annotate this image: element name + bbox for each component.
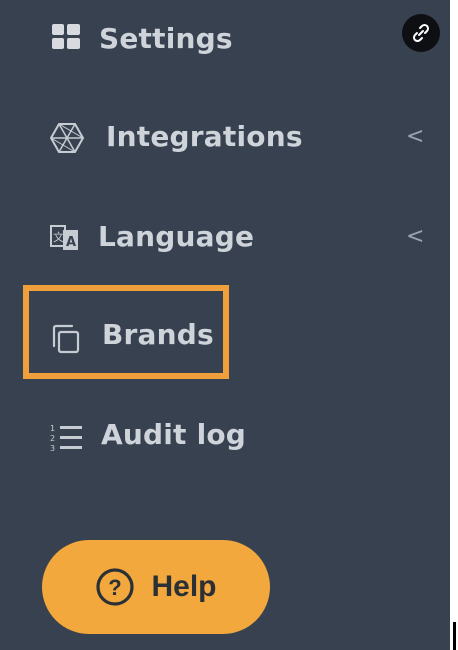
svg-text:?: ? (109, 575, 122, 600)
sidebar-item-label: Integrations (106, 120, 303, 153)
chevron-left-icon[interactable]: < (406, 124, 424, 149)
svg-text:3: 3 (50, 444, 55, 453)
sidebar-item-audit-log[interactable]: 1 2 3 Audit log (0, 412, 450, 462)
sidebar: Settings Integrations < 文 A Language < B… (0, 0, 450, 650)
help-button[interactable]: ? Help (42, 540, 270, 634)
svg-text:1: 1 (50, 424, 55, 433)
sidebar-item-label: Audit log (101, 418, 247, 451)
link-icon[interactable] (402, 14, 440, 52)
highlight-box (23, 285, 229, 379)
sidebar-item-integrations[interactable]: Integrations < (0, 114, 450, 164)
divider (453, 622, 456, 650)
svg-text:文: 文 (53, 230, 64, 244)
help-label: Help (151, 570, 217, 603)
hexagon-mesh-icon (50, 122, 84, 154)
sidebar-item-label: Settings (99, 22, 233, 55)
svg-text:A: A (66, 235, 76, 250)
question-circle-icon: ? (95, 567, 135, 607)
sidebar-item-settings[interactable]: Settings (0, 16, 450, 66)
grid-icon (52, 24, 80, 50)
sidebar-item-language[interactable]: 文 A Language < (0, 214, 450, 264)
sidebar-item-label: Language (98, 220, 255, 253)
numbered-list-icon: 1 2 3 (50, 423, 84, 453)
svg-text:2: 2 (50, 434, 55, 443)
translate-icon: 文 A (50, 223, 80, 253)
chevron-left-icon[interactable]: < (406, 224, 424, 249)
